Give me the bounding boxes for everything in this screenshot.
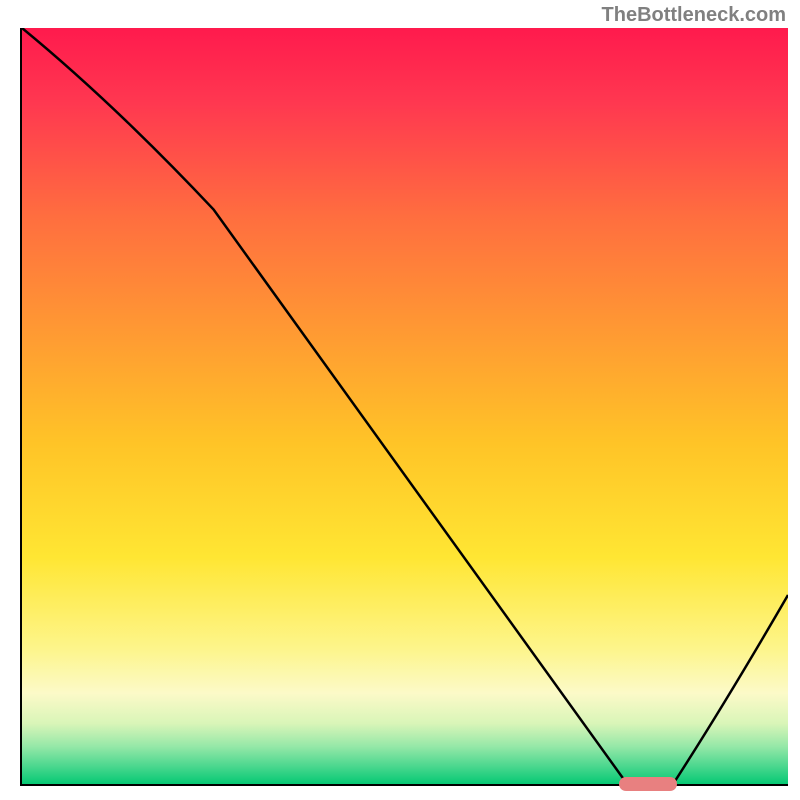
bottleneck-curve [22,28,788,784]
optimal-range-marker [619,777,677,791]
watermark-text: TheBottleneck.com [602,4,786,27]
plot-area [20,28,788,786]
